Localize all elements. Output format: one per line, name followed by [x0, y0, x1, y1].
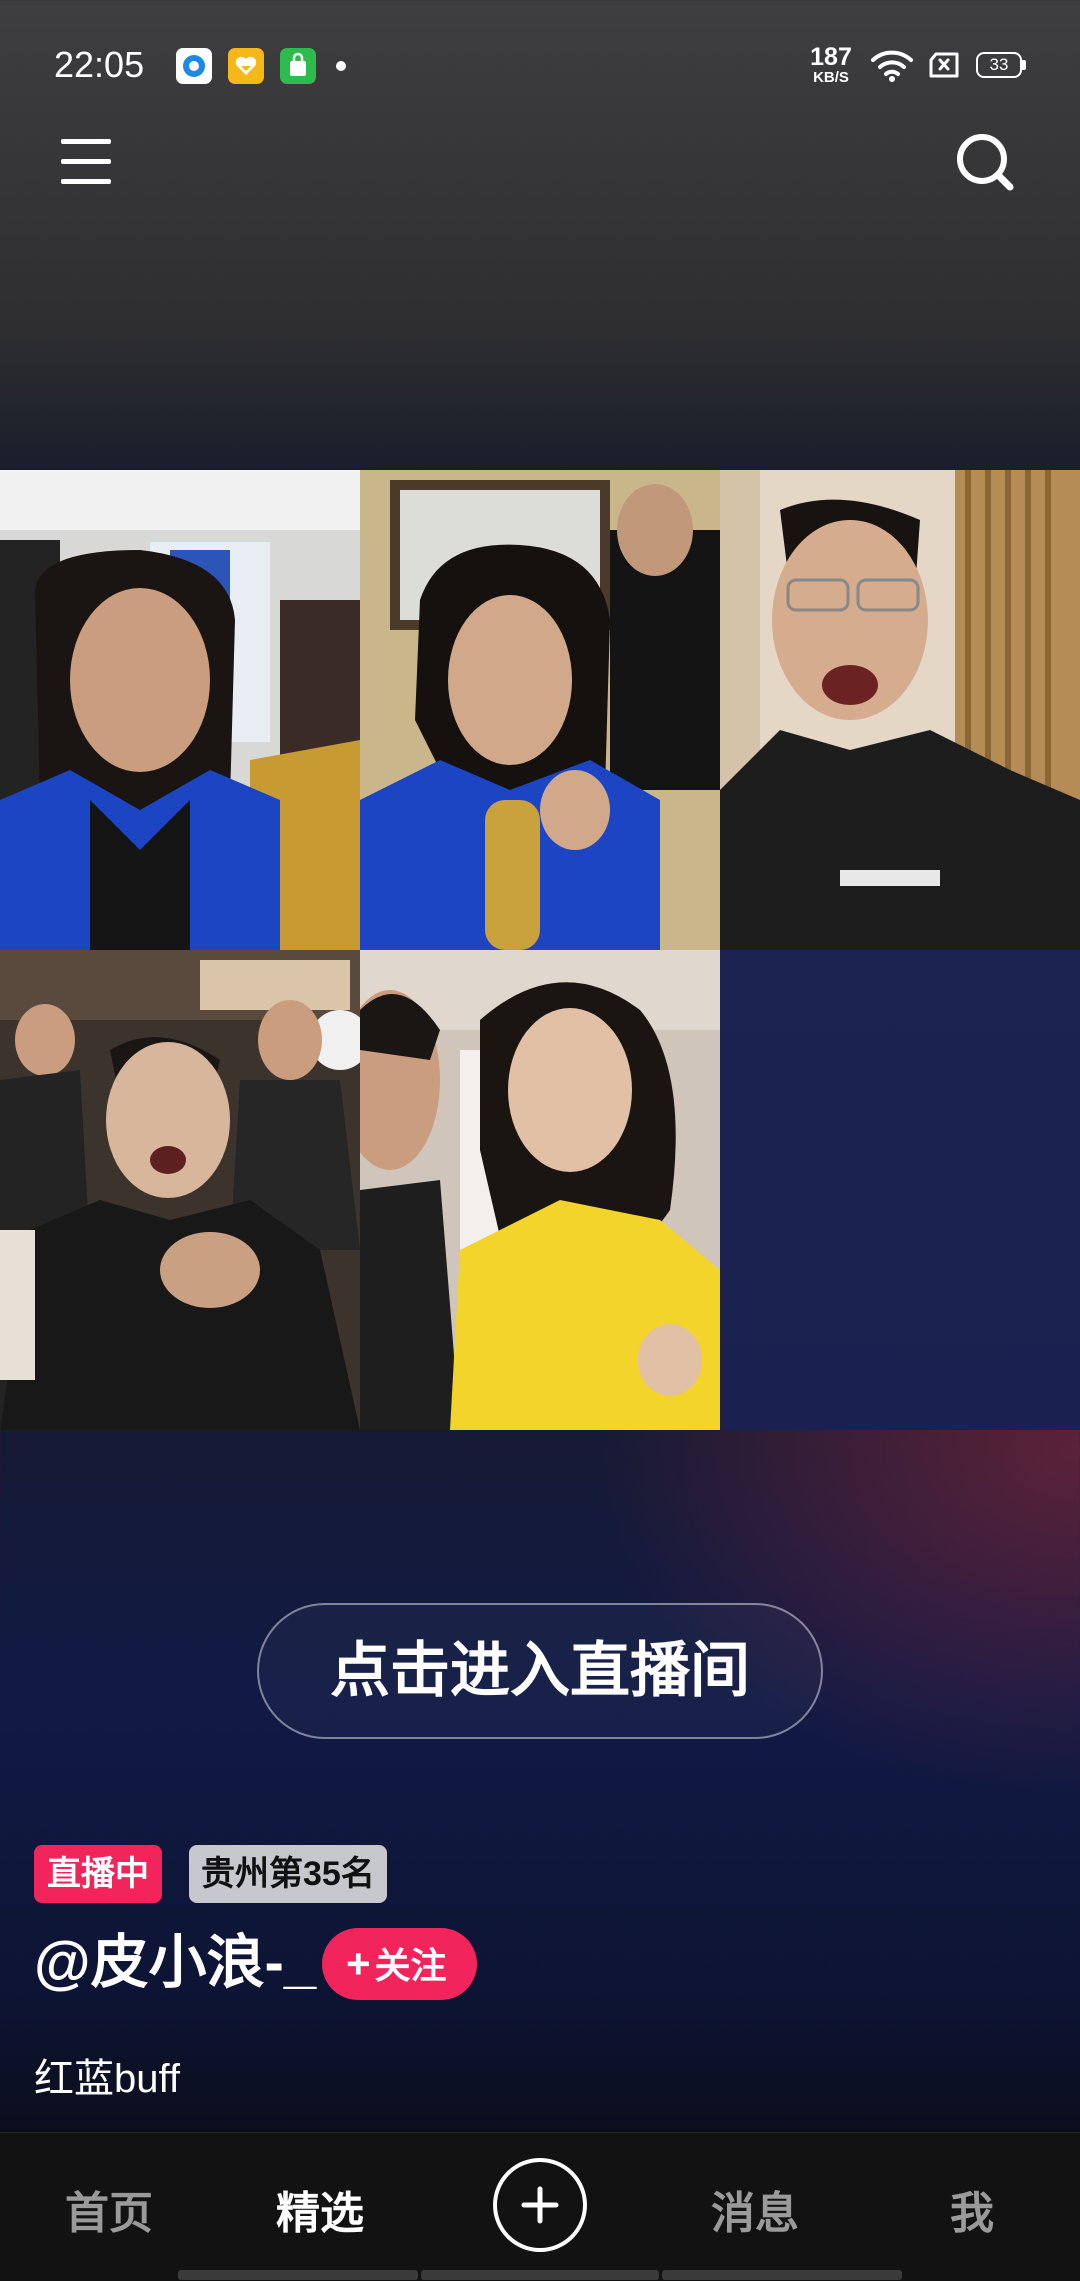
menu-icon	[61, 139, 111, 184]
tab-messages[interactable]: 消息	[711, 2177, 799, 2241]
tab-home[interactable]: 首页	[65, 2177, 153, 2241]
create-button[interactable]	[493, 2158, 587, 2252]
navigation-indicator	[662, 2270, 902, 2280]
battery-tip	[1022, 60, 1026, 70]
no-sim-icon	[929, 52, 959, 78]
battery-icon: 33	[976, 52, 1022, 78]
network-speed-unit: KB/S	[813, 69, 849, 86]
tab-featured[interactable]: 精选	[276, 2177, 364, 2241]
status-time: 22:05	[54, 44, 145, 85]
green-shopping-bag-icon	[280, 48, 316, 84]
menu-button[interactable]	[53, 127, 123, 197]
more-notifications-dot	[336, 61, 346, 71]
stream-tile-5	[360, 950, 720, 1430]
follow-button[interactable]: + 关注	[322, 1928, 477, 2000]
tab-me[interactable]: 我	[950, 2177, 994, 2241]
live-stream-grid[interactable]	[0, 470, 1080, 1430]
search-icon	[957, 134, 1014, 191]
stream-tile-1	[0, 470, 360, 950]
follow-label: 关注	[374, 1945, 447, 1986]
search-button[interactable]	[950, 127, 1020, 197]
streamer-username[interactable]: @皮小浪-_	[34, 1928, 316, 1998]
stream-tile-2	[360, 470, 720, 950]
stream-tile-3	[720, 470, 1080, 950]
navigation-indicator	[421, 2270, 659, 2280]
region-rank-badge[interactable]: 贵州第35名	[189, 1845, 387, 1903]
battery-level: 33	[989, 55, 1009, 74]
stream-tile-empty	[720, 950, 1080, 1430]
plus-icon: +	[346, 1940, 371, 1987]
enter-live-room-button[interactable]: 点击进入直播间	[257, 1603, 823, 1739]
yellow-heart-app-icon	[228, 48, 264, 84]
status-bar: 22:05 187 KB/S 33	[0, 0, 1080, 130]
network-speed-value: 187	[810, 43, 852, 71]
stream-description: 红蓝buff	[34, 2057, 180, 2101]
navigation-indicator	[178, 2270, 418, 2280]
stream-tile-4	[0, 950, 360, 1430]
live-status-badge: 直播中	[34, 1845, 162, 1903]
plus-icon	[521, 2186, 559, 2224]
wifi-icon	[871, 50, 913, 82]
network-speed: 187 KB/S	[806, 43, 856, 86]
blue-circle-app-icon	[176, 48, 212, 84]
